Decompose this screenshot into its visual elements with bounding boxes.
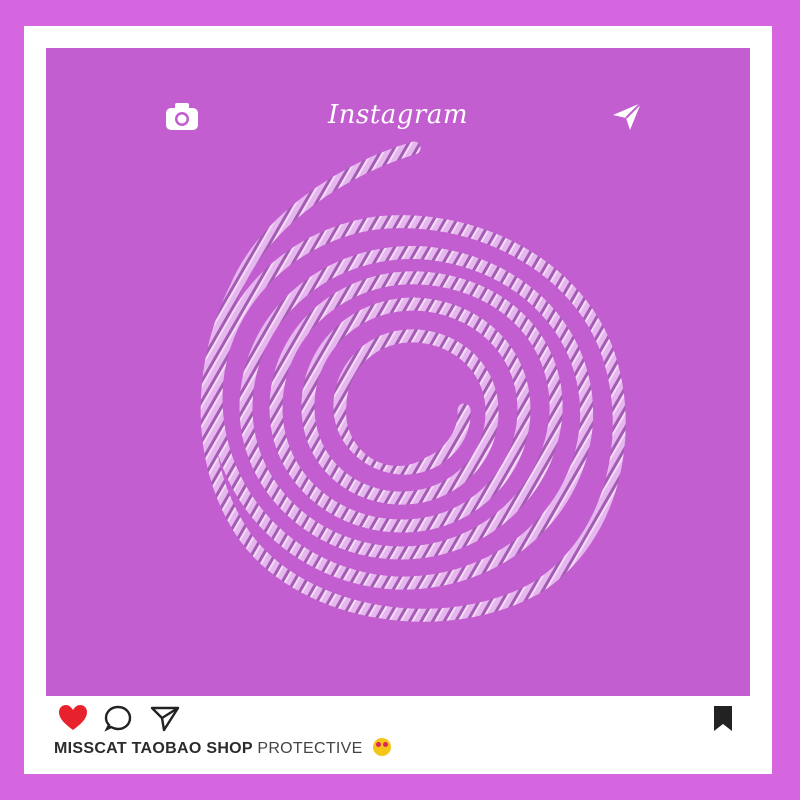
share-icon[interactable] <box>150 704 180 732</box>
heart-icon[interactable] <box>58 704 88 732</box>
instagram-top-bar: Instagram <box>46 92 750 138</box>
caption-text: PROTECTIVE <box>257 740 363 757</box>
instagram-logo-text: Instagram <box>327 100 469 130</box>
post-actions-bar <box>24 696 772 736</box>
post-photo[interactable]: Instagram <box>46 48 750 696</box>
spiral-cable-protector-image <box>200 141 626 622</box>
heart-eyes-emoji-icon <box>373 738 392 756</box>
caption-shop-name[interactable]: MISSCAT TAOBAO SHOP <box>54 740 253 757</box>
comment-icon[interactable] <box>104 704 134 732</box>
post-caption: MISSCAT TAOBAO SHOP PROTECTIVE <box>54 738 392 758</box>
send-icon[interactable] <box>610 100 644 132</box>
bookmark-icon[interactable] <box>708 704 738 732</box>
instagram-post-frame: Instagram MISSCAT TAOBAO SHOP PROTECTIVE <box>24 26 772 774</box>
